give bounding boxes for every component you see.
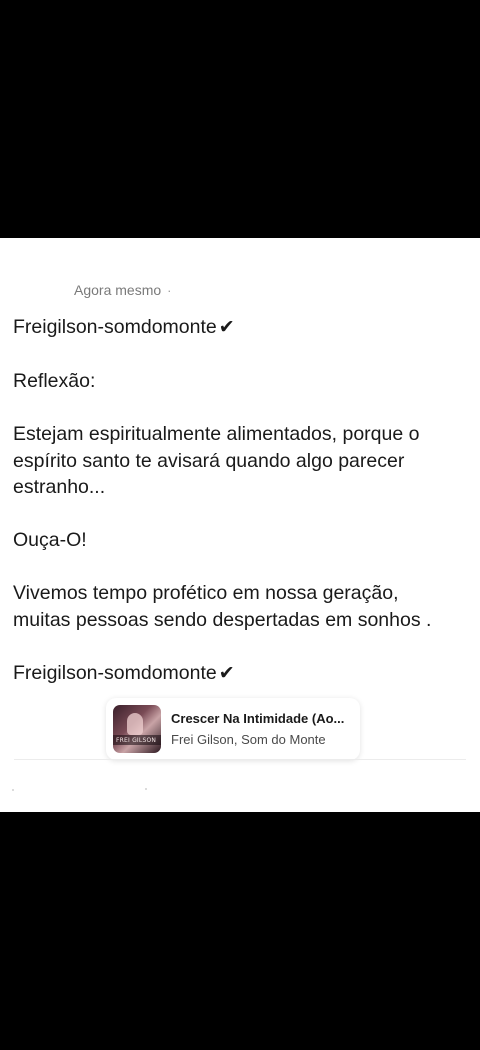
post-line: Vivemos tempo profético em nossa geração… xyxy=(13,582,399,604)
post-line: Reflexão: xyxy=(13,370,96,392)
bottom-black-bar xyxy=(0,812,480,1050)
story-post: Agora mesmo · Freigilson-somdomonte ✔ Ref… xyxy=(0,238,480,812)
divider xyxy=(14,759,466,760)
check-icon: ✔ xyxy=(218,662,235,684)
post-line: Estejam espiritualmente alimentados, por… xyxy=(13,423,420,445)
timestamp-row: Agora mesmo · xyxy=(74,282,172,298)
post-line: espírito santo te avisará quando algo pa… xyxy=(13,449,405,472)
track-artist: Frei Gilson, Som do Monte xyxy=(171,732,326,747)
album-cover-label: FREI GILSON xyxy=(116,737,157,744)
separator-dot: · xyxy=(167,282,172,298)
post-line: estranho... xyxy=(13,476,106,498)
track-info: Crescer Na Intimidade (Ao... Frei Gilson… xyxy=(171,711,355,747)
post-text: Freigilson-somdomonte ✔ Reflexão: Estejam… xyxy=(13,314,468,687)
timestamp: Agora mesmo xyxy=(74,282,162,298)
decor-dot xyxy=(145,788,147,790)
check-icon: ✔ xyxy=(218,317,235,338)
post-line: muitas pessoas sendo despertadas em sonh… xyxy=(13,608,432,631)
decor-dot xyxy=(12,789,14,791)
post-line: Freigilson-somdomonte ✔ xyxy=(13,316,235,338)
track-title: Crescer Na Intimidade (Ao... xyxy=(171,711,345,726)
top-black-bar xyxy=(0,0,480,238)
album-cover: FREI GILSON xyxy=(113,705,161,753)
music-sticker[interactable]: FREI GILSON Crescer Na Intimidade (Ao...… xyxy=(106,698,360,760)
post-line: Ouça-O! xyxy=(13,529,87,551)
post-line: Freigilson-somdomonte ✔ xyxy=(13,661,235,684)
